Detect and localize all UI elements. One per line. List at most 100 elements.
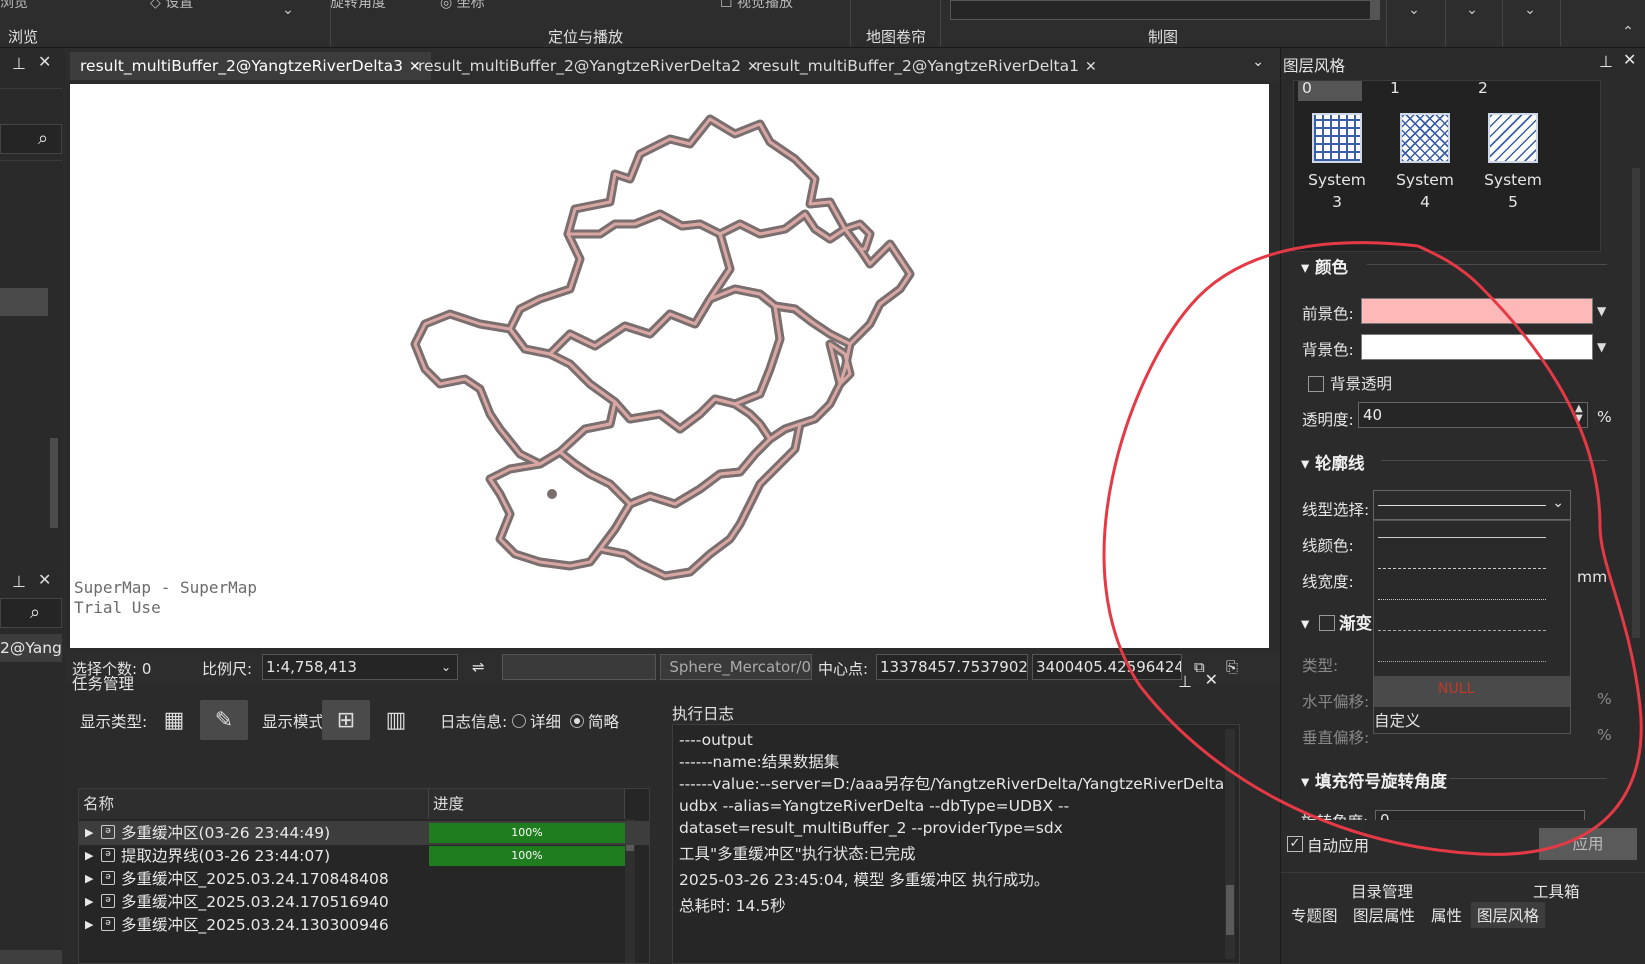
linetype-option-dashdot[interactable] — [1374, 614, 1582, 645]
radio-brief[interactable] — [570, 714, 584, 728]
close-icon[interactable]: ✕ — [38, 570, 51, 589]
spinner-icon[interactable]: ▲ ▼ — [1575, 404, 1583, 424]
log-scrollbar[interactable] — [1225, 729, 1235, 959]
expand-icon[interactable]: ▶ — [85, 844, 93, 868]
panel-scrollbar[interactable] — [1632, 168, 1640, 638]
ribbon-separator — [330, 0, 331, 46]
chevron-up-icon[interactable]: ⌃ — [1618, 24, 1638, 42]
projection-field[interactable]: 0/Sphere_Mercator — [660, 654, 812, 680]
table-row[interactable]: ▶ ǝ 提取边界线(03-26 23:44:07) 100% — [79, 844, 649, 868]
pin-icon[interactable]: ⊥ — [12, 54, 26, 73]
tab-toolbox[interactable]: 工具箱 — [1533, 880, 1580, 902]
pin-icon[interactable]: ⊥ — [12, 572, 26, 591]
map-view[interactable]: SuperMap - SuperMap Trial Use — [70, 84, 1269, 648]
column-header-progress[interactable]: 进度 — [429, 789, 625, 819]
radio-detail[interactable] — [512, 714, 526, 728]
rotation-input[interactable]: 0 — [1375, 810, 1585, 820]
tab-attributes[interactable]: 属性 — [1431, 904, 1462, 926]
table-row[interactable]: ▶ ǝ 多重缓冲区_2025.03.24.170848408 — [79, 867, 649, 891]
close-icon[interactable]: ✕ — [1205, 670, 1218, 689]
rotation-row-clipped: 旋转角度: 0 — [1293, 806, 1623, 820]
tab-delta2[interactable]: result_multiBuffer_2@YangtzeRiverDelta2 ✕ — [408, 52, 769, 80]
scale-combobox[interactable]: 1:4,758,413 ⌄ — [262, 654, 458, 680]
search-input[interactable] — [0, 124, 62, 154]
scrollbar[interactable] — [50, 438, 58, 528]
pin-icon[interactable]: ⊥ — [1599, 52, 1613, 71]
apply-button[interactable]: 应用 — [1539, 828, 1637, 860]
chevron-down-icon[interactable]: ▼ — [1597, 340, 1606, 354]
swap-icon[interactable]: ⇌ — [472, 658, 485, 676]
percent-label: % — [1597, 408, 1612, 426]
table-row[interactable]: ▶ ǝ 多重缓冲区_2025.03.24.170516940 — [79, 890, 649, 914]
log-line: ------name:结果数据集 — [679, 753, 840, 771]
tab-delta3[interactable]: result_multiBuffer_2@YangtzeRiverDelta3 ✕ — [70, 52, 431, 80]
tab-layer-style[interactable]: 图层风格 — [1471, 902, 1546, 928]
linetype-option-custom[interactable]: 自定义 — [1374, 705, 1582, 736]
grid-view-icon[interactable]: ⊞ — [322, 700, 370, 740]
center-x-field[interactable]: 13378457.75379027 — [876, 654, 1028, 680]
section-gradient[interactable]: ▾ 渐变 — [1301, 610, 1372, 634]
expand-icon[interactable]: ▶ — [85, 867, 93, 891]
linetype-combobox[interactable]: ⌄ — [1373, 490, 1571, 520]
log-line: 工具"多重缓冲区"执行状态:已完成 — [679, 845, 916, 863]
auto-apply-checkbox[interactable]: ✓ — [1287, 836, 1303, 852]
scrollbar-thumb[interactable] — [1226, 885, 1234, 935]
tab-thematic-map[interactable]: 专题图 — [1291, 904, 1338, 926]
percent-label: % — [1597, 726, 1612, 744]
linetype-option-null[interactable]: NULL — [1374, 676, 1570, 707]
linetype-option-dashdotdot[interactable] — [1374, 645, 1582, 676]
calendar-icon[interactable]: ▦ — [150, 700, 198, 740]
table-row[interactable]: ▶ ǝ 多重缓冲区_2025.03.24.130300946 — [79, 913, 649, 937]
tree-item[interactable]: 2@Yang — [0, 634, 62, 662]
scrollbar-h[interactable] — [0, 950, 62, 964]
tab-delta1[interactable]: result_multiBuffer_2@YangtzeRiverDelta1 ✕ — [746, 52, 1107, 80]
tab-catalog[interactable]: 目录管理 — [1351, 880, 1413, 902]
chevron-down-icon[interactable]: ⌄ — [1404, 2, 1424, 20]
expand-icon[interactable]: ▶ — [85, 913, 93, 937]
close-icon[interactable]: ✕ — [1085, 59, 1097, 75]
expand-icon[interactable]: ▶ — [85, 890, 93, 914]
search-icon[interactable]: ⌕ — [30, 602, 40, 623]
ribbon-input[interactable] — [950, 0, 1380, 20]
symbol-system-3[interactable]: System 3 — [1302, 113, 1372, 213]
gradient-checkbox[interactable] — [1319, 615, 1336, 631]
center-y-field[interactable]: 3400405.42596424 — [1032, 654, 1182, 680]
linetype-option-dash[interactable] — [1374, 552, 1582, 583]
bg-transparent-checkbox[interactable] — [1308, 376, 1324, 392]
chevron-down-icon[interactable]: ⌄ — [1520, 2, 1540, 20]
execution-log[interactable]: ----output ------name:结果数据集 ------value:… — [672, 724, 1240, 964]
chevron-down-icon[interactable]: ⌄ — [278, 2, 298, 20]
expand-icon[interactable]: ▶ — [85, 821, 93, 845]
tree-item-selected[interactable] — [0, 288, 48, 316]
divider — [1381, 460, 1607, 461]
log-line: ----output — [679, 731, 753, 749]
copy-icon[interactable]: ⧉ — [1194, 658, 1205, 676]
chevron-down-icon[interactable]: ▼ — [1597, 304, 1606, 318]
chevron-down-icon[interactable]: ⌄ — [1252, 54, 1264, 70]
tab-layer-properties[interactable]: 图层属性 — [1353, 904, 1415, 926]
section-color[interactable]: ▾ 颜色 — [1301, 254, 1348, 278]
opacity-label: 透明度: — [1302, 411, 1354, 429]
ribbon-scroll[interactable] — [1370, 0, 1380, 20]
symbol-system-4[interactable]: System 4 — [1390, 113, 1460, 213]
search-icon[interactable]: ⌕ — [38, 128, 48, 149]
linetype-option-dot[interactable] — [1374, 583, 1582, 614]
pin-icon[interactable]: ⊥ — [1178, 672, 1192, 691]
linetype-option-solid[interactable] — [1374, 521, 1582, 552]
symbol-label: System — [1308, 171, 1366, 189]
close-icon[interactable]: ✕ — [38, 52, 51, 71]
column-header-name[interactable]: 名称 — [79, 789, 429, 819]
opacity-input[interactable]: 40 — [1358, 402, 1588, 428]
close-icon[interactable]: ✕ — [1623, 50, 1636, 69]
edit-list-icon[interactable]: ✎ — [200, 700, 248, 740]
paste-icon[interactable]: ⎘ — [1226, 658, 1238, 676]
section-rotation[interactable]: ▾ 填充符号旋转角度 — [1301, 768, 1447, 792]
chevron-down-icon[interactable]: ⌄ — [1462, 2, 1482, 20]
symbol-system-5[interactable]: System 5 — [1478, 113, 1548, 213]
coordinate-input[interactable] — [502, 654, 656, 680]
column-view-icon[interactable]: ▥ — [372, 700, 420, 740]
table-row[interactable]: ▶ ǝ 多重缓冲区(03-26 23:44:49) 100% — [79, 821, 649, 845]
bg-color-picker[interactable] — [1361, 334, 1593, 360]
section-outline[interactable]: ▾ 轮廓线 — [1301, 450, 1365, 474]
fg-color-picker[interactable] — [1361, 298, 1593, 324]
